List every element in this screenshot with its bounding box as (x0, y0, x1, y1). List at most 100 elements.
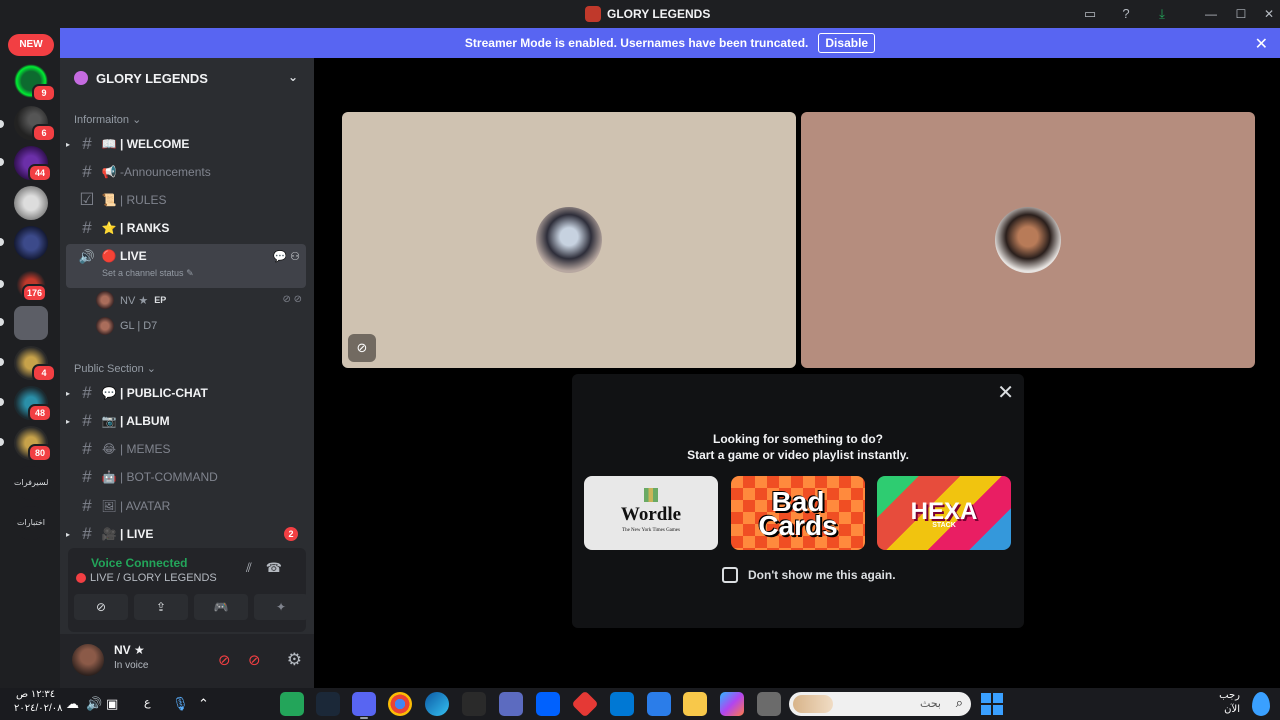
voice-connected-label[interactable]: Voice Connected (91, 556, 187, 570)
server-icon[interactable]: لسيرفرات (14, 466, 48, 500)
voice-channel-live[interactable]: 🔊 🔴 LIVE Set a channel status ✎ 💬 ⚇ (66, 244, 306, 288)
laugh-icon: 😂 (101, 442, 117, 456)
input-language[interactable]: ع (144, 696, 151, 709)
server-rail: NEW 9 6 44 176 4 48 80 لسيرفرات اختبارات (0, 28, 60, 688)
participant-tile[interactable] (801, 112, 1255, 368)
voice-location[interactable]: LIVE / GLORY LEGENDS (76, 572, 217, 584)
chevron-up-icon[interactable]: ⌃ (198, 696, 209, 712)
rules-channel-icon: ☑ (79, 190, 95, 209)
red-circle-icon (76, 573, 86, 583)
steam-icon[interactable] (316, 692, 340, 716)
camera-off-icon: ⊘ (348, 334, 376, 362)
channel-memes[interactable]: # 😂 | MEMES (66, 436, 306, 462)
server-icon[interactable] (14, 306, 48, 340)
dont-show-again[interactable]: Don't show me this again. (722, 567, 896, 583)
download-icon[interactable]: ⤓ (1154, 6, 1170, 22)
server-icon[interactable] (14, 186, 48, 220)
voice-user-name: GL | D7 (120, 320, 158, 332)
channel-name: LIVE (120, 249, 147, 263)
hash-icon: # (82, 383, 92, 402)
screen-share-button[interactable]: ⇪ (134, 594, 188, 620)
date-widget[interactable]: رجب الآن (1200, 689, 1240, 717)
channel-album[interactable]: ▸ # 📷 | ALBUM (66, 408, 306, 434)
avatar (96, 291, 114, 309)
camera-button[interactable]: ⊘ (74, 594, 128, 620)
voice-user[interactable]: GL | D7 (96, 314, 157, 338)
participant-tile[interactable]: ⊘ (342, 112, 796, 368)
clock-time: ١٢:٣٤ ص (16, 689, 56, 700)
voice-location-label: LIVE / GLORY LEGENDS (90, 572, 217, 584)
help-icon[interactable]: ? (1118, 6, 1134, 22)
xbox-app-icon[interactable] (280, 692, 304, 716)
cloud-icon[interactable]: ☁ (66, 696, 79, 712)
channel-name: | PUBLIC-CHAT (120, 386, 208, 400)
teams-icon[interactable] (499, 692, 523, 716)
disable-button[interactable]: Disable (818, 33, 876, 53)
weather-icon[interactable] (1252, 692, 1270, 716)
channel-live-text[interactable]: ▸ # 🎥 | LIVE 2 (66, 521, 306, 547)
search-box[interactable]: بحث ⌕ (789, 692, 971, 716)
channel-ranks[interactable]: # ⭐ | RANKS (66, 215, 306, 241)
search-icon: ⌕ (955, 695, 963, 710)
clock-date: ٢٠٢٤/٠٢/٠٨ (14, 703, 63, 714)
outlook-icon[interactable] (610, 692, 634, 716)
category-public[interactable]: Public Section ⌄ (74, 362, 156, 375)
hash-icon: # (82, 467, 92, 486)
store-icon[interactable] (647, 692, 671, 716)
inbox-icon[interactable]: ▭ (1082, 6, 1098, 22)
soundboard-button[interactable]: ✦ (254, 594, 308, 620)
task-view-icon[interactable] (757, 692, 781, 716)
chat-icon[interactable]: 💬 ⚇ (273, 250, 300, 263)
server-badge: 48 (28, 404, 52, 422)
riot-icon[interactable] (571, 690, 599, 718)
discord-icon[interactable] (352, 692, 376, 719)
voice-user[interactable]: NV ★ EP (96, 288, 166, 312)
channel-public-chat[interactable]: ▸ # 💬 | PUBLIC-CHAT (66, 380, 306, 406)
guild-header[interactable]: GLORY LEGENDS ⌄ (60, 58, 314, 98)
title-bar: GLORY LEGENDS ▭ ? ⤓ — ☐ ✕ (0, 0, 1280, 28)
server-icon[interactable] (14, 226, 48, 260)
noise-suppression-icon[interactable]: ⫽☎ (246, 560, 296, 576)
deafen-icon[interactable]: ⊘ (248, 651, 261, 669)
channel-bot-command[interactable]: # 🤖 | BOT-COMMAND (66, 464, 306, 490)
channel-welcome[interactable]: ▸ # 📖 | WELCOME (66, 131, 306, 157)
channel-avatar[interactable]: # 🖼 | AVATAR (66, 493, 306, 519)
file-explorer-icon[interactable] (683, 692, 707, 716)
hash-icon: # (82, 439, 92, 458)
chevron-down-icon[interactable]: ⌄ (288, 70, 298, 84)
checkbox[interactable] (722, 567, 738, 583)
volume-icon[interactable]: 🔊 (86, 696, 102, 712)
epic-games-icon[interactable] (462, 692, 486, 716)
discord-window: GLORY LEGENDS ▭ ? ⤓ — ☐ ✕ Streamer Mode … (0, 0, 1280, 688)
activity-button[interactable]: 🎮 (194, 594, 248, 620)
avatar[interactable] (72, 644, 104, 676)
activity-subheading: Start a game or video playlist instantly… (687, 448, 909, 462)
game-card-bad-cards[interactable]: Bad Cards (731, 476, 865, 550)
edge-icon[interactable] (425, 692, 449, 716)
close-icon[interactable]: ✕ (997, 380, 1014, 405)
maximize-icon[interactable]: ☐ (1232, 5, 1250, 23)
game-card-wordle[interactable]: Wordle The New York Times Games (584, 476, 718, 550)
channel-status[interactable]: Set a channel status ✎ (102, 268, 194, 279)
game-card-hexa[interactable]: HEXA STACK (877, 476, 1011, 550)
scroll-icon: 📜 (101, 193, 117, 207)
close-window-icon[interactable]: ✕ (1260, 5, 1278, 23)
new-badge[interactable]: NEW (8, 34, 54, 56)
server-badge: 9 (32, 84, 56, 102)
minimize-icon[interactable]: — (1202, 5, 1220, 23)
start-button-icon[interactable] (981, 693, 1003, 715)
network-icon[interactable]: ▣ (106, 696, 118, 712)
server-badge: 80 (28, 444, 52, 462)
dropbox-icon[interactable] (536, 692, 560, 716)
taskbar: ١٢:٣٤ ص ٢٠٢٤/٠٢/٠٨ ☁ 🔊 ▣ ع 🎙 ⌃ بحث ⌕ رجب… (0, 688, 1280, 720)
channel-announcements[interactable]: # 📢 -Announcements (66, 159, 306, 185)
mic-icon[interactable]: 🎙 (172, 696, 189, 712)
server-icon[interactable]: اختبارات (14, 506, 48, 540)
banner-close-icon[interactable]: ✕ (1255, 34, 1268, 54)
chrome-icon[interactable] (388, 692, 412, 716)
gear-icon[interactable]: ⚙ (287, 650, 302, 670)
copilot-icon[interactable] (720, 692, 744, 716)
category-info[interactable]: Informaiton ⌄ (74, 113, 141, 126)
mic-muted-icon[interactable]: ⊘ (218, 651, 231, 669)
channel-rules[interactable]: ☑ 📜 | RULES (66, 187, 306, 213)
